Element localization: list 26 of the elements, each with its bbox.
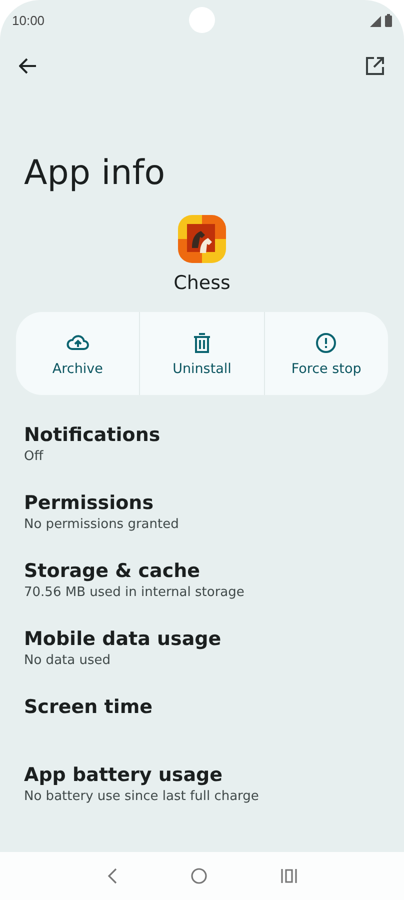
app-name: Chess — [174, 271, 230, 295]
app-icon — [178, 215, 226, 263]
camera-cutout — [189, 7, 215, 33]
page-title: App info — [23, 152, 166, 193]
home-icon[interactable] — [191, 868, 207, 884]
setting-summary: No battery use since last full charge — [24, 788, 260, 806]
setting-title[interactable]: Screen time — [24, 695, 380, 719]
status-time: 10:00 — [12, 12, 45, 28]
setting-title[interactable]: Permissions — [24, 491, 380, 515]
battery-icon — [385, 14, 392, 26]
setting-title[interactable]: App battery usage — [24, 763, 380, 787]
setting-summary: Off — [24, 448, 44, 466]
setting-summary: No data used — [24, 652, 112, 670]
setting-summary: 70.56 MB used in internal storage — [24, 584, 246, 602]
signal-icon — [370, 16, 381, 26]
action-button[interactable]: Force stop — [264, 312, 388, 395]
open-external-icon[interactable] — [366, 57, 384, 75]
action-button[interactable]: Uninstall — [139, 312, 264, 395]
back-icon[interactable] — [19, 58, 37, 74]
setting-title[interactable]: Notifications — [24, 423, 380, 447]
setting-summary: No permissions granted — [24, 516, 180, 534]
action-button[interactable]: Archive — [16, 312, 140, 395]
alert-icon — [314, 330, 338, 354]
recents-icon[interactable] — [281, 869, 297, 883]
setting-title[interactable]: Mobile data usage — [24, 627, 380, 651]
setting-title[interactable]: Storage & cache — [24, 559, 380, 583]
